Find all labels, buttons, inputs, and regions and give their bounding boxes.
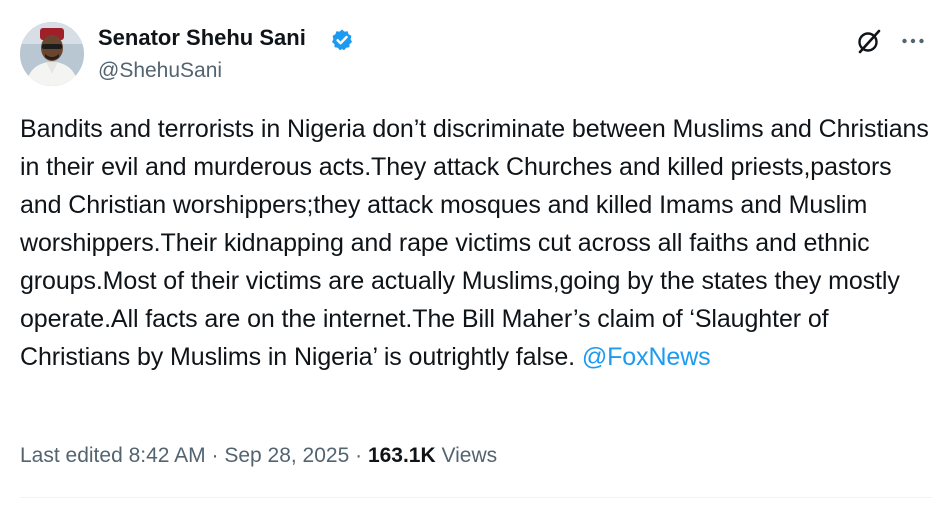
more-icon[interactable] <box>898 26 928 56</box>
last-edited-link[interactable]: Last edited 8:42 AM <box>20 444 206 467</box>
user-handle[interactable]: @ShehuSani <box>98 57 222 85</box>
mention-link[interactable]: @FoxNews <box>582 343 711 371</box>
verified-badge-icon[interactable] <box>330 28 354 52</box>
divider <box>20 497 932 498</box>
grok-icon[interactable] <box>854 26 884 56</box>
meta-separator: · <box>205 444 225 467</box>
tweet-text: Bandits and terrorists in Nigeria don’t … <box>20 110 932 376</box>
tweet-card: Senator Shehu Sani @ShehuSani Bandits an… <box>0 0 952 506</box>
display-name[interactable]: Senator Shehu Sani <box>98 24 306 52</box>
view-count: 163.1K <box>367 444 436 467</box>
views-label: Views <box>441 444 498 467</box>
avatar[interactable] <box>20 22 84 86</box>
tweet-date[interactable]: Sep 28, 2025 <box>224 444 349 467</box>
meta-separator: · <box>349 444 368 467</box>
tweet-meta: Last edited 8:42 AM · Sep 28, 2025 · 163… <box>20 440 497 472</box>
tweet-body: Bandits and terrorists in Nigeria don’t … <box>20 115 929 371</box>
